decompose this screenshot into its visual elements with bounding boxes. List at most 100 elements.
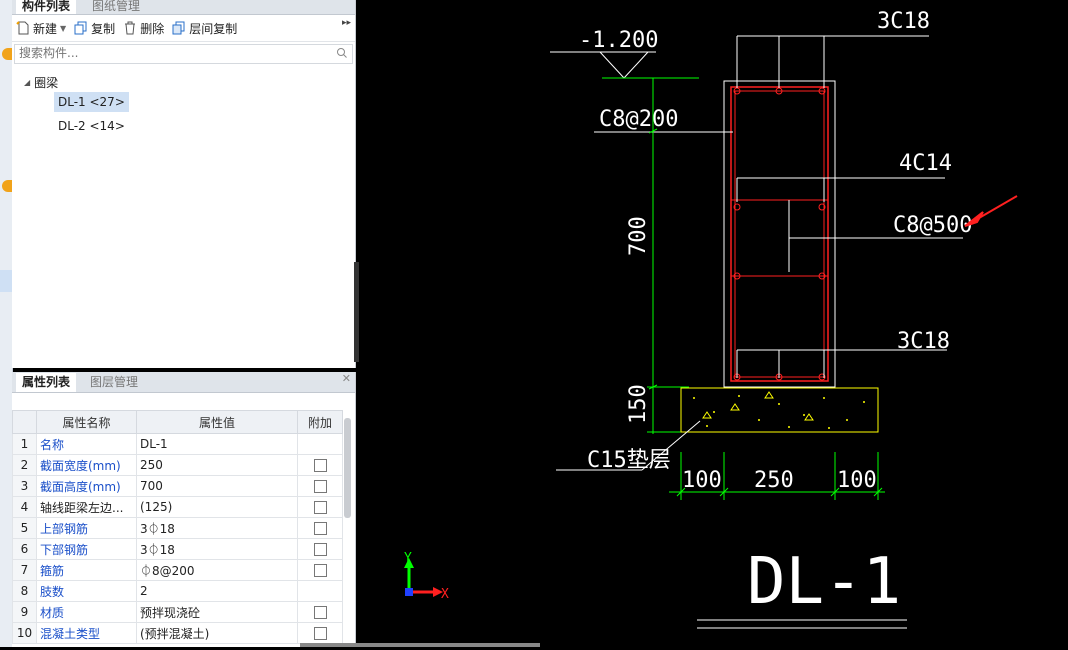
property-name: 下部钢筋 xyxy=(36,538,137,560)
property-name: 材质 xyxy=(36,601,137,623)
row-number: 8 xyxy=(12,580,37,602)
extra-cell xyxy=(297,538,343,560)
header-num xyxy=(12,410,37,434)
dim-right-text: 100 xyxy=(837,468,877,493)
extra-checkbox[interactable] xyxy=(313,459,327,472)
row-number: 1 xyxy=(12,433,37,455)
row-number: 9 xyxy=(12,601,37,623)
component-search xyxy=(14,44,353,64)
extra-checkbox[interactable] xyxy=(313,606,327,619)
copy-icon xyxy=(74,21,87,35)
elevation-text: -1.200 xyxy=(579,28,658,53)
side-bars-text: 4C14 xyxy=(899,151,952,176)
property-value[interactable]: ⏀8@200 xyxy=(136,559,298,581)
tab-layer-management[interactable]: 图层管理 xyxy=(84,373,144,392)
table-row[interactable]: 9 材质 预拌现浇砼 xyxy=(12,601,343,623)
table-row[interactable]: 6 下部钢筋 3⏀18 xyxy=(12,538,343,560)
extra-checkbox[interactable] xyxy=(313,480,327,493)
trash-icon xyxy=(125,21,136,35)
stirrup-main-text: C8@200 xyxy=(599,107,678,132)
close-icon[interactable]: ✕ xyxy=(342,372,351,385)
table-row[interactable]: 5 上部钢筋 3⏀18 xyxy=(12,517,343,539)
property-name: 箍筋 xyxy=(36,559,137,581)
extra-cell xyxy=(297,517,343,539)
property-value[interactable]: (预拌混凝土) xyxy=(136,622,298,644)
property-panel-tabs: 属性列表 图层管理 xyxy=(12,372,355,393)
property-value[interactable]: (125) xyxy=(136,496,298,518)
row-number: 2 xyxy=(12,454,37,476)
row-number: 7 xyxy=(12,559,37,581)
panel-expand-icon[interactable]: ▸▸ xyxy=(342,18,351,28)
delete-button[interactable]: 删除 xyxy=(123,20,164,37)
row-number: 5 xyxy=(12,517,37,539)
table-row[interactable]: 7 箍筋 ⏀8@200 xyxy=(12,559,343,581)
property-value[interactable]: 250 xyxy=(136,454,298,476)
property-table: 属性名称 属性值 附加 1 名称 DL-1 2 截面宽度(mm) 250 3 截面高度(mm)… xyxy=(12,410,343,644)
ucs-origin-icon xyxy=(405,588,413,596)
drawing-title-text: DL-1 xyxy=(747,545,901,619)
top-bars-text: 3C18 xyxy=(877,9,930,34)
extra-checkbox[interactable] xyxy=(313,627,327,640)
property-name: 混凝土类型 xyxy=(36,622,137,644)
property-name: 截面高度(mm) xyxy=(36,475,137,497)
notification-badge[interactable] xyxy=(2,48,12,60)
tab-drawing-management[interactable]: 图纸管理 xyxy=(86,0,146,14)
copy-button[interactable]: 复制 xyxy=(74,20,115,37)
search-icon[interactable] xyxy=(336,47,348,59)
extra-checkbox[interactable] xyxy=(313,543,327,556)
table-row[interactable]: 2 截面宽度(mm) 250 xyxy=(12,454,343,476)
property-value[interactable]: 2 xyxy=(136,580,298,602)
table-row[interactable]: 4 轴线距梁左边... (125) xyxy=(12,496,343,518)
extra-cell xyxy=(297,433,343,455)
component-list-panel: 构件列表 图纸管理 新建 ▼ 复制 删除 层间复制 ▸▸ ◢ 圈梁 DL-1 <… xyxy=(12,0,356,368)
floor-copy-icon xyxy=(172,21,185,35)
strip-selected-item[interactable] xyxy=(0,270,12,292)
extra-cell xyxy=(297,622,343,644)
property-list-panel: 属性列表 图层管理 ✕ 属性名称 属性值 附加 1 名称 DL-1 2 截面宽度(mm)… xyxy=(12,372,356,647)
delete-button-label: 删除 xyxy=(140,21,165,36)
property-name: 轴线距梁左边... xyxy=(36,496,137,518)
component-panel-tabs: 构件列表 图纸管理 xyxy=(12,0,355,15)
property-value[interactable]: 3⏀18 xyxy=(136,517,298,539)
tree-node-ring-beam[interactable]: ◢ 圈梁 xyxy=(24,74,58,91)
tree-item-dl-2[interactable]: DL-2 <14> xyxy=(54,116,129,136)
status-bar-tabs[interactable] xyxy=(300,643,540,647)
extra-checkbox[interactable] xyxy=(313,522,327,535)
tab-property-list[interactable]: 属性列表 xyxy=(16,373,77,392)
property-value[interactable]: 3⏀18 xyxy=(136,538,298,560)
new-file-icon xyxy=(16,21,29,35)
table-row[interactable]: 1 名称 DL-1 xyxy=(12,433,343,455)
row-number: 3 xyxy=(12,475,37,497)
floor-copy-button[interactable]: 层间复制 xyxy=(172,20,237,37)
extra-cell xyxy=(297,496,343,518)
caret-down-icon[interactable]: ◢ xyxy=(24,78,30,87)
table-row[interactable]: 3 截面高度(mm) 700 xyxy=(12,475,343,497)
copy-button-label: 复制 xyxy=(91,21,116,36)
dim-mid-text: 250 xyxy=(754,468,794,493)
chevron-down-icon[interactable]: ▼ xyxy=(60,24,66,33)
extra-checkbox[interactable] xyxy=(313,564,327,577)
cad-canvas[interactable]: -1.200 3C18 C8@200 4C14 C8@500 3C18 700 … xyxy=(359,0,1068,647)
search-input[interactable] xyxy=(15,45,323,61)
header-property-name: 属性名称 xyxy=(36,410,137,434)
table-row[interactable]: 10 混凝土类型 (预拌混凝土) xyxy=(12,622,343,644)
table-row[interactable]: 8 肢数 2 xyxy=(12,580,343,602)
property-name: 名称 xyxy=(36,433,137,455)
tree-item-dl-1[interactable]: DL-1 <27> xyxy=(54,92,129,112)
tab-component-list[interactable]: 构件列表 xyxy=(16,0,77,14)
new-button[interactable]: 新建 ▼ xyxy=(16,20,66,37)
row-number: 6 xyxy=(12,538,37,560)
extra-cell xyxy=(297,580,343,602)
height-dim-text: 700 xyxy=(626,216,651,256)
property-value[interactable]: 700 xyxy=(136,475,298,497)
extra-checkbox[interactable] xyxy=(313,501,327,514)
property-value[interactable]: DL-1 xyxy=(136,433,298,455)
property-value[interactable]: 预拌现浇砼 xyxy=(136,601,298,623)
notification-badge[interactable] xyxy=(2,180,12,192)
extra-cell xyxy=(297,601,343,623)
property-name: 上部钢筋 xyxy=(36,517,137,539)
property-name: 截面宽度(mm) xyxy=(36,454,137,476)
property-scrollbar[interactable] xyxy=(344,418,351,518)
header-property-value: 属性值 xyxy=(136,410,298,434)
header-extra: 附加 xyxy=(297,410,343,434)
